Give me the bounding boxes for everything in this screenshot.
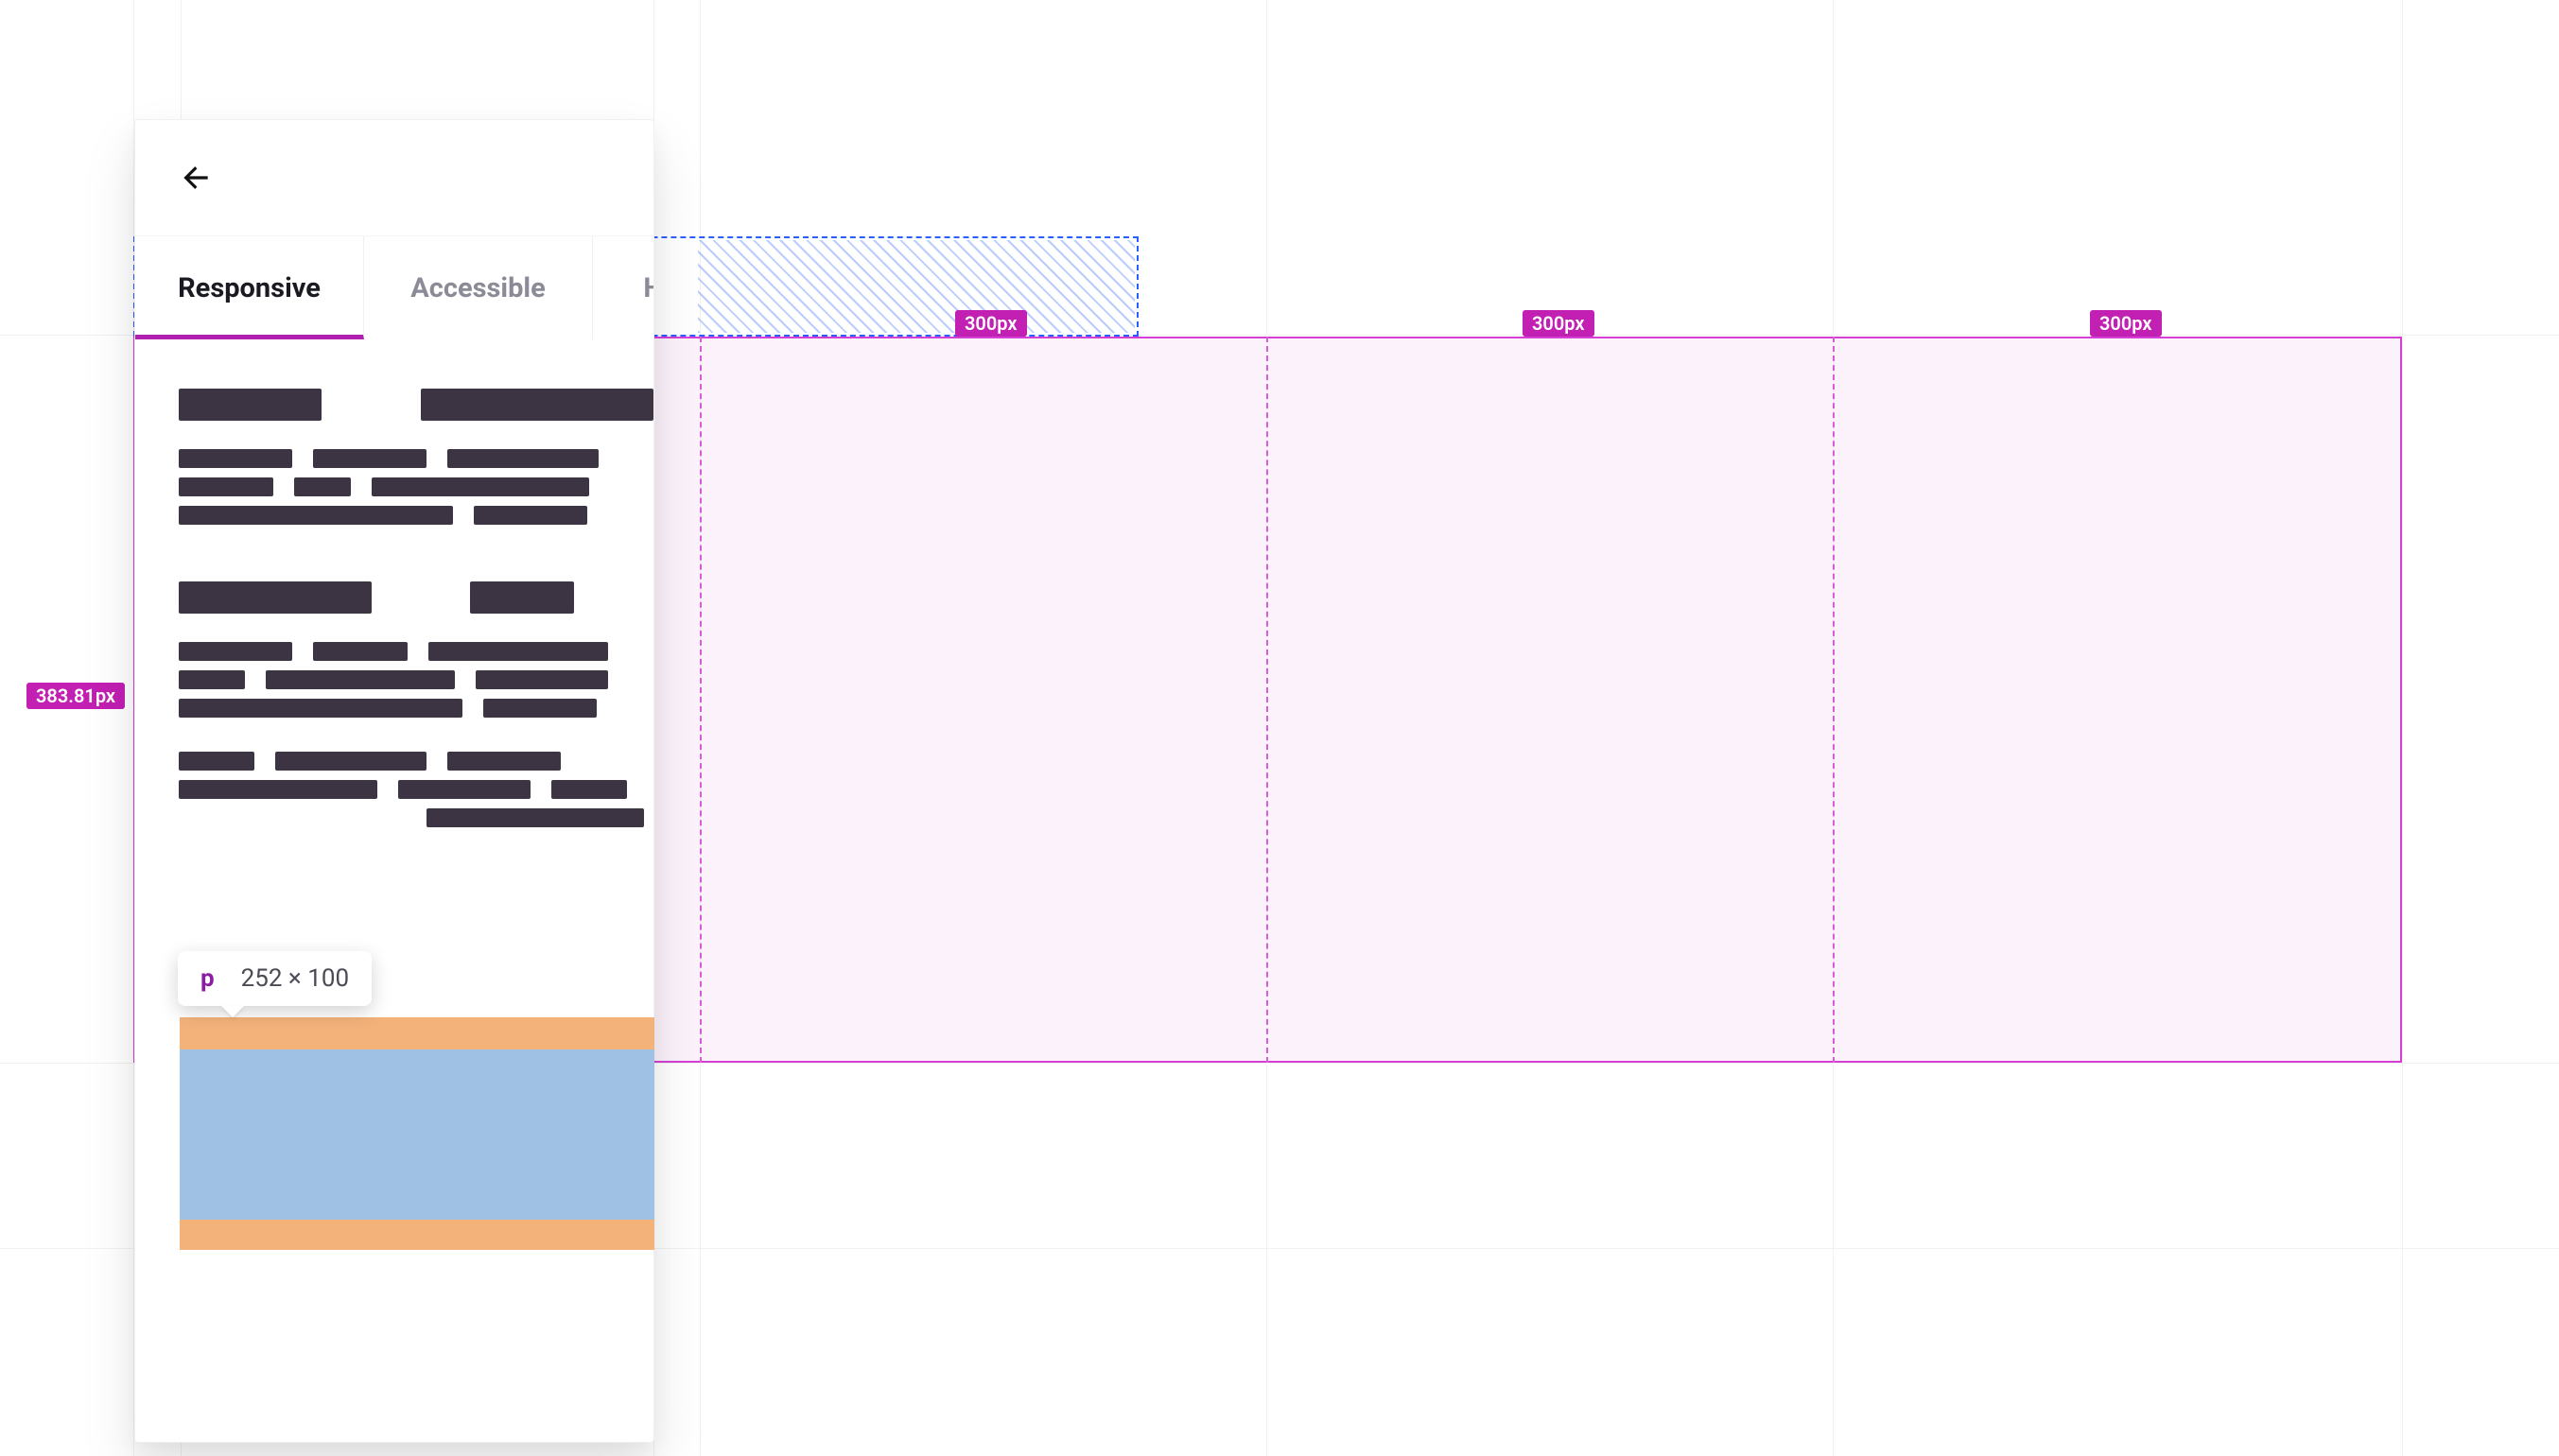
selection-hatch-overflow xyxy=(698,240,1135,333)
redacted-text xyxy=(179,699,462,718)
redacted-text xyxy=(313,449,426,468)
column-width-label: 300px xyxy=(955,310,1027,337)
redacted-text xyxy=(470,581,574,614)
redacted-text xyxy=(313,642,408,661)
redacted-text xyxy=(266,670,455,689)
tab-horizontal[interactable]: Horizontal xyxy=(593,236,654,339)
tooltip-dims: 252 × 100 xyxy=(241,964,349,993)
redacted-text xyxy=(551,780,627,799)
redacted-text xyxy=(179,752,254,771)
redacted-text xyxy=(421,389,653,421)
container-height-label: 383.81px xyxy=(26,683,125,709)
tab-label: Responsive xyxy=(178,272,321,304)
arrow-left-icon xyxy=(178,160,214,196)
tab-label: Horizontal xyxy=(643,272,654,304)
redacted-text xyxy=(275,752,426,771)
tooltip-tag: p xyxy=(200,964,215,993)
box-model-margin-top xyxy=(180,1017,654,1049)
redacted-text xyxy=(474,506,587,525)
device-content xyxy=(179,383,653,1442)
redacted-text xyxy=(179,506,453,525)
redacted-text xyxy=(179,780,377,799)
redacted-text xyxy=(179,670,245,689)
device-topbar xyxy=(135,120,653,235)
redacted-text xyxy=(179,581,372,614)
redacted-text xyxy=(179,449,292,468)
redacted-text xyxy=(294,477,351,496)
redacted-text xyxy=(428,642,608,661)
box-model-margin-bottom xyxy=(180,1220,654,1250)
redacted-text xyxy=(476,670,608,689)
redacted-text xyxy=(372,477,589,496)
element-tooltip: p 252 × 100 xyxy=(178,951,372,1006)
tab-responsive[interactable]: Responsive xyxy=(135,236,364,339)
column-width-label: 300px xyxy=(1523,310,1594,337)
redacted-text xyxy=(447,449,599,468)
redacted-text xyxy=(447,752,561,771)
redacted-text xyxy=(398,780,531,799)
back-button[interactable] xyxy=(169,151,222,204)
tabs-row: Responsive Accessible Horizontal xyxy=(135,235,653,339)
redacted-text xyxy=(483,699,597,718)
redacted-text xyxy=(179,477,273,496)
redacted-text xyxy=(179,389,322,421)
tab-accessible[interactable]: Accessible xyxy=(364,236,593,339)
box-model-content xyxy=(180,1049,654,1220)
tab-label: Accessible xyxy=(410,272,545,304)
redacted-text xyxy=(426,808,644,827)
redacted-text xyxy=(179,642,292,661)
column-width-label: 300px xyxy=(2090,310,2162,337)
